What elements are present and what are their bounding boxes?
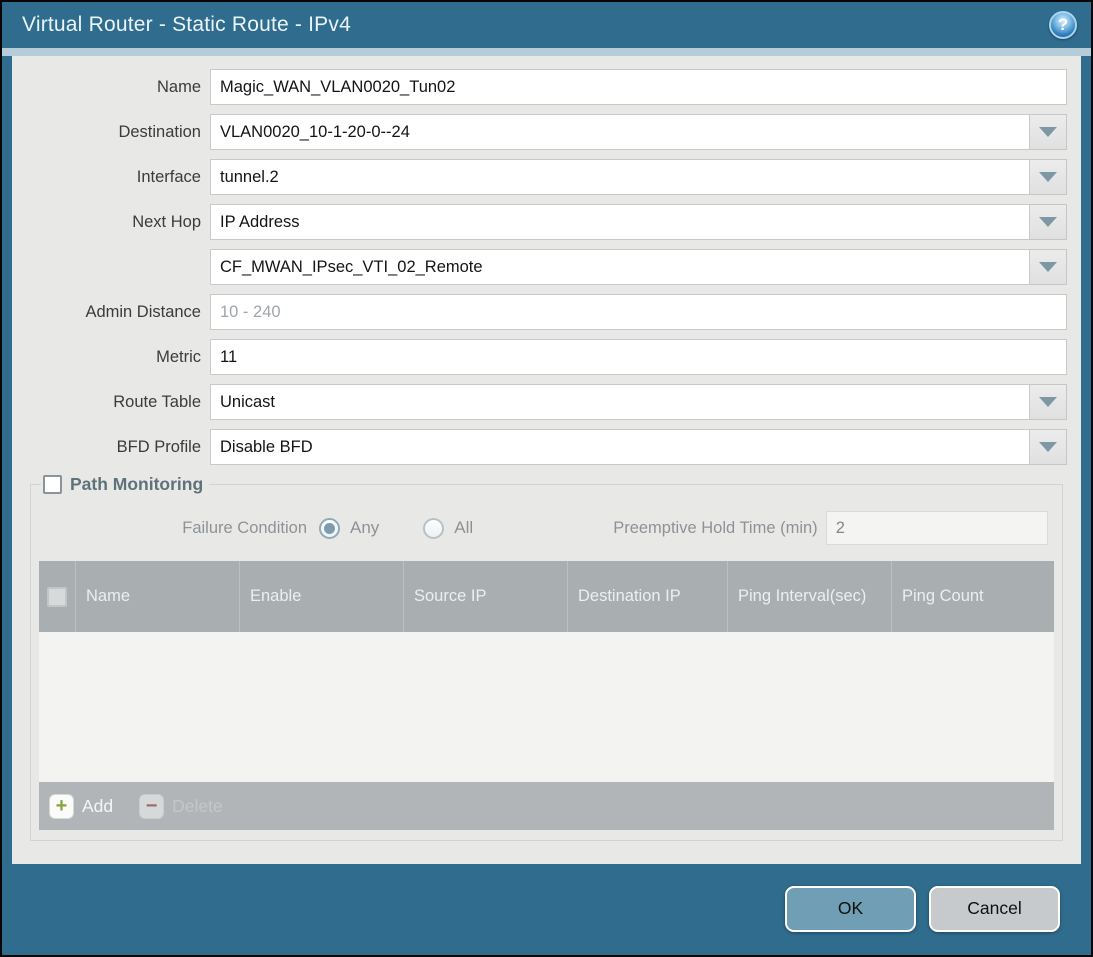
admin-distance-label: Admin Distance [12, 303, 210, 322]
dialog-footer: OK Cancel [4, 864, 1089, 953]
next-hop-label: Next Hop [12, 213, 210, 232]
next-hop-address-dropdown-button[interactable] [1030, 249, 1067, 285]
destination-label: Destination [12, 123, 210, 142]
metric-row: Metric [12, 339, 1067, 375]
failure-condition-label: Failure Condition [39, 519, 319, 538]
interface-label: Interface [12, 168, 210, 187]
bfd-profile-dropdown-button[interactable] [1030, 429, 1067, 465]
interface-dropdown-button[interactable] [1030, 159, 1067, 195]
failure-condition-any-radio[interactable]: Any [319, 518, 379, 539]
next-hop-address-row [12, 249, 1067, 285]
path-monitoring-title: Path Monitoring [70, 474, 203, 495]
route-table-row: Route Table [12, 384, 1067, 420]
radio-selected-icon [319, 518, 340, 539]
column-header-ping-count[interactable]: Ping Count [892, 561, 1054, 632]
name-row: Name [12, 69, 1067, 105]
dialog-content: Name Destination Interface Next Hop [12, 56, 1081, 864]
table-header-checkbox-cell [39, 561, 76, 632]
column-header-enable[interactable]: Enable [240, 561, 404, 632]
failure-condition-all-radio[interactable]: All [423, 518, 473, 539]
failure-condition-row: Failure Condition Any All Preemptive Hol… [39, 511, 1048, 545]
delete-button[interactable]: − Delete [139, 794, 223, 819]
route-table-label: Route Table [12, 393, 210, 412]
chevron-down-icon [1039, 127, 1057, 137]
path-monitoring-table: Name Enable Source IP Destination IP Pin… [39, 561, 1054, 830]
failure-condition-any-label: Any [350, 518, 379, 538]
column-header-source-ip[interactable]: Source IP [404, 561, 568, 632]
chevron-down-icon [1039, 262, 1057, 272]
preemptive-hold-time-label: Preemptive Hold Time (min) [613, 519, 817, 538]
name-input[interactable] [210, 69, 1067, 105]
column-header-destination-ip[interactable]: Destination IP [568, 561, 728, 632]
radio-unselected-icon [423, 518, 444, 539]
route-table-dropdown-button[interactable] [1030, 384, 1067, 420]
cancel-button[interactable]: Cancel [929, 886, 1060, 932]
delete-minus-icon: − [139, 794, 164, 819]
next-hop-row: Next Hop [12, 204, 1067, 240]
delete-button-label: Delete [172, 796, 223, 817]
chevron-down-icon [1039, 442, 1057, 452]
table-header-row: Name Enable Source IP Destination IP Pin… [39, 561, 1054, 632]
help-icon[interactable]: ? [1049, 11, 1077, 39]
metric-input[interactable] [210, 339, 1067, 375]
destination-dropdown-button[interactable] [1030, 114, 1067, 150]
ok-button[interactable]: OK [785, 886, 916, 932]
next-hop-address-input[interactable] [210, 249, 1030, 285]
chevron-down-icon [1039, 172, 1057, 182]
table-body-empty [39, 632, 1054, 782]
interface-input[interactable] [210, 159, 1030, 195]
next-hop-type-input[interactable] [210, 204, 1030, 240]
bfd-profile-label: BFD Profile [12, 438, 210, 457]
interface-row: Interface [12, 159, 1067, 195]
admin-distance-row: Admin Distance [12, 294, 1067, 330]
column-header-name[interactable]: Name [76, 561, 240, 632]
path-monitoring-legend: Path Monitoring [41, 474, 209, 495]
dialog-title: Virtual Router - Static Route - IPv4 [22, 13, 1049, 37]
admin-distance-input[interactable] [210, 294, 1067, 330]
next-hop-dropdown-button[interactable] [1030, 204, 1067, 240]
static-route-dialog: Virtual Router - Static Route - IPv4 ? N… [0, 0, 1093, 957]
bfd-profile-row: BFD Profile [12, 429, 1067, 465]
name-label: Name [12, 78, 210, 97]
chevron-down-icon [1039, 397, 1057, 407]
table-toolbar: + Add − Delete [39, 782, 1054, 830]
chevron-down-icon [1039, 217, 1057, 227]
route-table-input[interactable] [210, 384, 1030, 420]
add-plus-icon: + [49, 794, 74, 819]
destination-input[interactable] [210, 114, 1030, 150]
add-button-label: Add [82, 796, 113, 817]
select-all-checkbox[interactable] [47, 587, 67, 607]
path-monitoring-section: Path Monitoring Failure Condition Any Al… [30, 474, 1063, 841]
preemptive-hold-time-input[interactable] [826, 511, 1048, 545]
add-button[interactable]: + Add [49, 794, 113, 819]
titlebar-highlight-strip [2, 48, 1091, 56]
destination-row: Destination [12, 114, 1067, 150]
metric-label: Metric [12, 348, 210, 367]
column-header-ping-interval[interactable]: Ping Interval(sec) [728, 561, 892, 632]
path-monitoring-checkbox[interactable] [43, 475, 62, 494]
bfd-profile-input[interactable] [210, 429, 1030, 465]
dialog-titlebar: Virtual Router - Static Route - IPv4 ? [2, 2, 1091, 48]
failure-condition-all-label: All [454, 518, 473, 538]
